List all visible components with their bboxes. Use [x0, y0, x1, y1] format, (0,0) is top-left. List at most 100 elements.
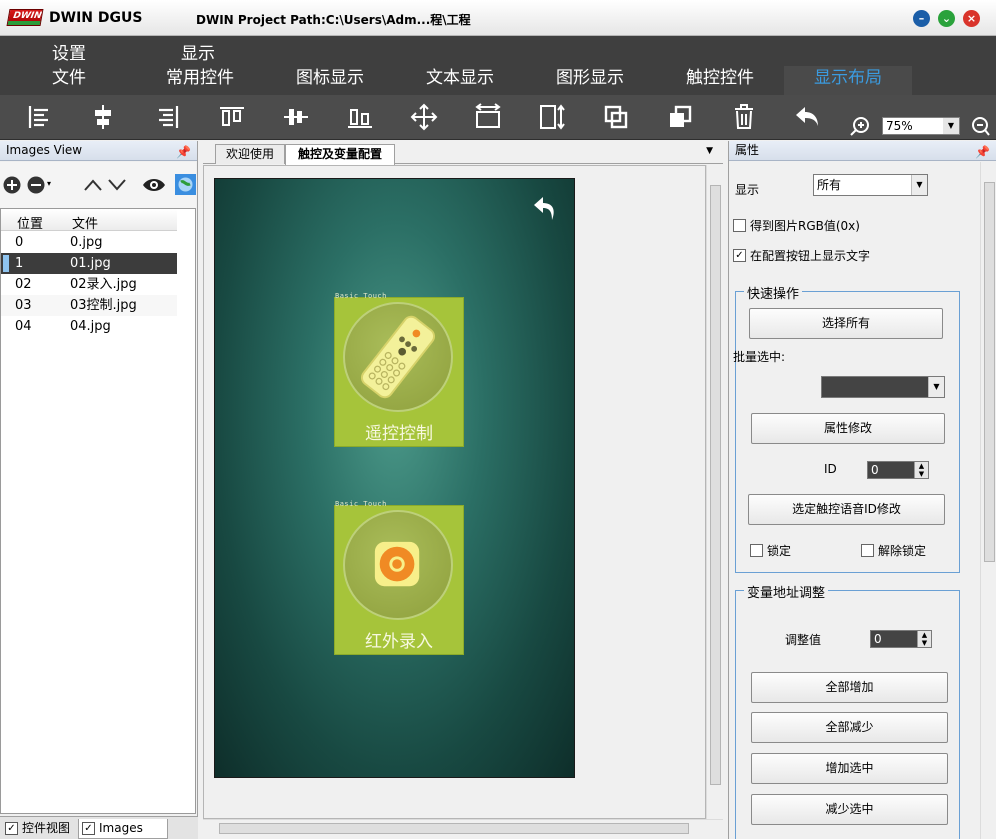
column-header-pos[interactable]: 位置	[17, 213, 43, 232]
table-row[interactable]: 1 01.jpg	[1, 253, 177, 274]
move-up-icon[interactable]	[83, 178, 103, 192]
touch-button-ir-record[interactable]: Basic Touch 红外录入	[334, 500, 464, 655]
back-arrow-icon[interactable]	[531, 193, 561, 223]
id-label: ID	[824, 462, 837, 476]
unlock-checkbox[interactable]: 解除锁定	[861, 544, 926, 558]
panel-title: Images View	[6, 143, 83, 157]
horizontal-scrollbar[interactable]	[203, 819, 723, 836]
center-move-icon[interactable]	[409, 102, 439, 132]
toolbar: 75% ▼	[0, 95, 996, 140]
ir-record-icon	[343, 510, 453, 620]
menu-settings[interactable]: 设置	[52, 39, 86, 64]
delete-icon[interactable]	[729, 102, 759, 132]
tab-welcome[interactable]: 欢迎使用	[215, 144, 285, 164]
tab-common-controls[interactable]: 常用控件	[152, 66, 248, 95]
maximize-button[interactable]: ⌄	[938, 10, 955, 27]
zoom-select[interactable]: 75% ▼	[882, 117, 960, 135]
pin-icon[interactable]: 📌	[176, 143, 191, 162]
decrease-all-button[interactable]: 全部减少	[751, 712, 948, 743]
panel-title: 属性	[735, 143, 760, 157]
properties-body: 显示 所有 ▼ 得到图片RGB值(0x) ✓ 在配置按钮上显示文字 快速操作 选择所…	[729, 162, 979, 839]
touch-button-label: 遥控控制	[365, 424, 433, 444]
increase-all-button[interactable]: 全部增加	[751, 672, 948, 703]
align-top-icon[interactable]	[217, 102, 247, 132]
chevron-down-icon: ▼	[943, 118, 959, 134]
undo-icon[interactable]	[793, 102, 823, 132]
group-title: 变量地址调整	[744, 582, 829, 601]
column-header-file[interactable]: 文件	[72, 213, 98, 232]
align-center-icon[interactable]	[88, 102, 118, 132]
tab-control-view[interactable]: ✓ 控件视图	[2, 819, 77, 839]
adjust-label: 调整值	[785, 633, 822, 647]
tab-graphic-display[interactable]: 图形显示	[542, 66, 638, 95]
table-row[interactable]: 03 03控制.jpg	[1, 295, 177, 316]
zoom-out-icon[interactable]	[970, 116, 990, 136]
menu-bar: 设置 显示 文件 常用控件 图标显示 文本显示 图形显示 触控控件 显示布局	[0, 36, 996, 95]
align-left-icon[interactable]	[24, 102, 54, 132]
attr-modify-button[interactable]: 属性修改	[751, 413, 945, 444]
select-all-button[interactable]: 选择所有	[749, 308, 943, 339]
chevron-down-icon: ▼	[928, 377, 944, 397]
send-back-icon[interactable]	[665, 102, 695, 132]
minimize-button[interactable]: –	[913, 10, 930, 27]
rgb-checkbox[interactable]: 得到图片RGB值(0x)	[733, 219, 860, 233]
lock-checkbox[interactable]: 锁定	[750, 544, 791, 558]
table-row[interactable]: 02 02录入.jpg	[1, 274, 177, 295]
table-row[interactable]: 0 0.jpg	[1, 232, 177, 253]
batch-select-label: 批量选中:	[733, 350, 786, 364]
add-icon[interactable]	[3, 176, 21, 194]
increase-selected-button[interactable]: 增加选中	[751, 753, 948, 784]
screen-preview[interactable]: Basic Touch 遥控控制 Basic Touch 红外录入	[214, 178, 575, 778]
id-stepper[interactable]: 0 ▲ ▼	[867, 461, 929, 479]
chevron-down-icon[interactable]: ▼	[706, 146, 713, 156]
remove-icon[interactable]	[27, 176, 45, 194]
same-width-icon[interactable]	[473, 102, 503, 132]
project-path: DWIN Project Path:C:\Users\Adm...程\工程	[196, 13, 471, 27]
dwin-logo: DWIN	[6, 9, 44, 26]
decrease-selected-button[interactable]: 减少选中	[751, 794, 948, 825]
tab-display-layout[interactable]: 显示布局	[784, 66, 912, 95]
app-title: DWIN DGUS	[49, 10, 143, 26]
tab-touch-controls[interactable]: 触控控件	[672, 66, 768, 95]
voice-id-modify-button[interactable]: 选定触控语音ID修改	[748, 494, 945, 525]
bring-front-icon[interactable]	[601, 102, 631, 132]
quick-ops-group: 快速操作 选择所有 批量选中: ▼ 属性修改 ID 0 ▲ ▼ 选定触控语音ID修改…	[733, 283, 960, 573]
title-bar: DWIN DWIN DGUS DWIN Project Path:C:\User…	[0, 0, 996, 36]
same-height-icon[interactable]	[537, 102, 567, 132]
design-area: 欢迎使用 触控及变量配置 ▼ Basic Touch 遥控控制 Basic To…	[203, 141, 723, 839]
chevron-down-icon: ▼	[911, 175, 927, 195]
adjust-stepper[interactable]: 0 ▲ ▼	[870, 630, 932, 648]
align-middle-icon[interactable]	[281, 102, 311, 132]
display-select[interactable]: 所有 ▼	[813, 174, 928, 196]
menu-display[interactable]: 显示	[181, 39, 215, 64]
touch-tag: Basic Touch	[335, 292, 387, 300]
touch-tag: Basic Touch	[335, 500, 387, 508]
table-row[interactable]: 04 04.jpg	[1, 316, 177, 337]
align-bottom-icon[interactable]	[345, 102, 375, 132]
panel-header: 属性 📌	[729, 141, 996, 161]
table-header: 位置 文件	[1, 209, 177, 232]
move-down-icon[interactable]	[107, 178, 127, 192]
eye-icon[interactable]	[142, 175, 166, 195]
vertical-scrollbar[interactable]	[706, 165, 723, 819]
display-label: 显示	[735, 183, 760, 197]
panel-bottom-tabs: ✓控件视图 ✓Images View	[0, 816, 198, 839]
zoom-in-icon[interactable]	[850, 116, 870, 136]
tab-text-display[interactable]: 文本显示	[412, 66, 508, 95]
globe-icon[interactable]	[175, 174, 196, 195]
tab-file[interactable]: 文件	[40, 66, 98, 95]
properties-scrollbar[interactable]	[980, 162, 996, 839]
batch-select[interactable]: ▼	[821, 376, 945, 398]
tab-touch-variable-config[interactable]: 触控及变量配置	[285, 144, 395, 165]
tab-images-view[interactable]: ✓Images View	[78, 819, 168, 839]
chevron-down-icon[interactable]: ▾	[47, 179, 51, 188]
canvas-area[interactable]: Basic Touch 遥控控制 Basic Touch 红外录入	[203, 165, 706, 819]
pin-icon[interactable]: 📌	[975, 143, 990, 162]
align-right-icon[interactable]	[153, 102, 183, 132]
touch-button-label: 红外录入	[365, 632, 433, 652]
close-button[interactable]: ×	[963, 10, 980, 27]
tab-icon-display[interactable]: 图标显示	[282, 66, 378, 95]
show-text-checkbox[interactable]: ✓ 在配置按钮上显示文字	[733, 249, 870, 263]
images-toolbar: ▾	[0, 162, 196, 208]
touch-button-remote[interactable]: Basic Touch 遥控控制	[334, 292, 464, 447]
